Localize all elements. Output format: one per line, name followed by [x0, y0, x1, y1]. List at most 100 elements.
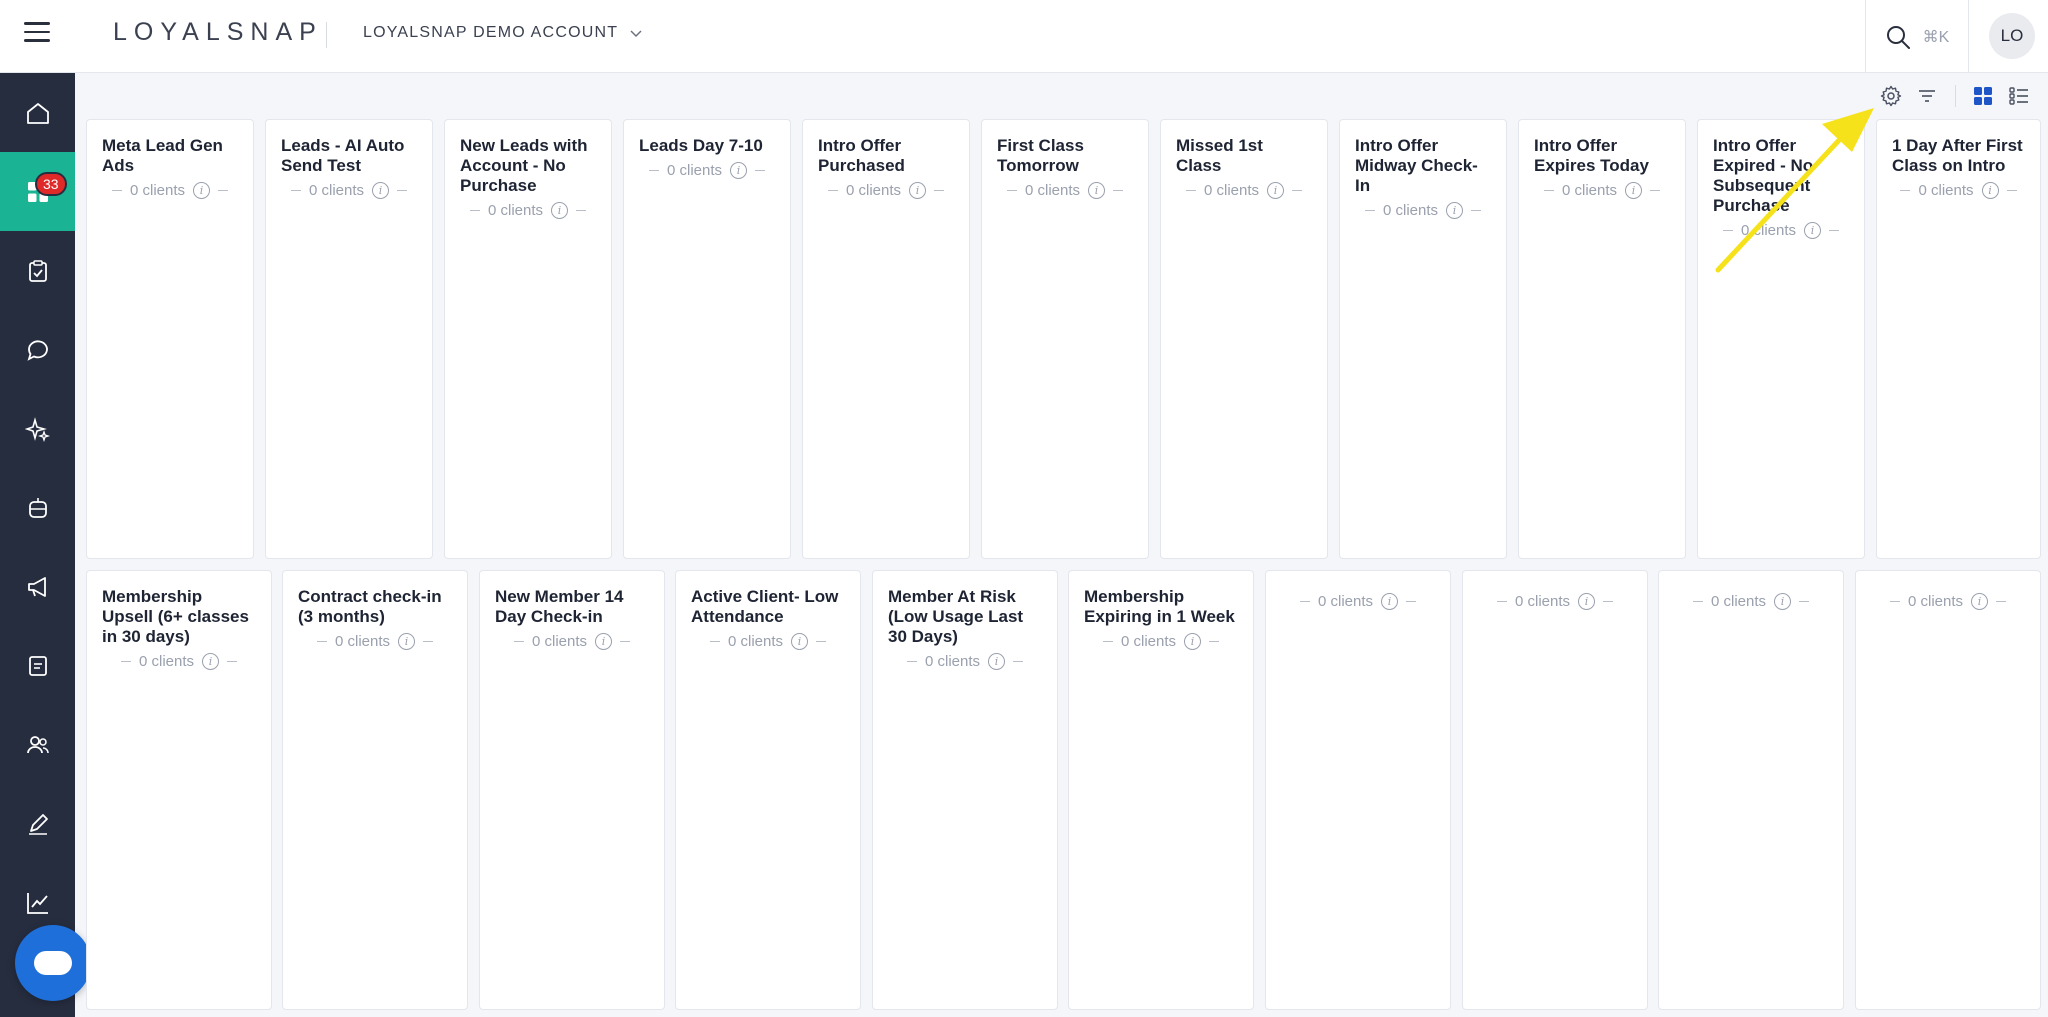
segment-card[interactable]: Intro Offer Expires Today 0 clients i	[1518, 119, 1686, 559]
segment-card[interactable]: Contract check-in (3 months) 0 clients i	[282, 570, 468, 1010]
segment-title: Membership Expiring in 1 Week	[1084, 587, 1235, 626]
segment-client-count: 0 clients i	[298, 633, 452, 650]
info-icon[interactable]: i	[1267, 182, 1285, 199]
segment-client-count: 0 clients i	[281, 182, 417, 199]
search-shortcut: ⌘K	[1922, 28, 1950, 46]
segment-card[interactable]: Member At Risk (Low Usage Last 30 Days) …	[872, 570, 1058, 1010]
segment-title: New Member 14 Day Check-in	[495, 587, 624, 626]
info-icon[interactable]: i	[193, 182, 211, 199]
sidebar-item-clients[interactable]	[0, 705, 75, 784]
segment-client-count: 0 clients i	[1871, 593, 2025, 610]
segment-client-count: 0 clients i	[102, 182, 238, 199]
segment-client-count: 0 clients i	[639, 162, 775, 179]
segment-card[interactable]: Leads Day 7-10 0 clients i	[623, 119, 791, 559]
info-icon[interactable]: i	[1088, 182, 1106, 199]
client-count-text: 0 clients	[924, 653, 981, 670]
list-view-button[interactable]	[2005, 82, 2033, 110]
segment-title: Leads Day 7-10	[639, 136, 763, 155]
support-chat-button[interactable]	[15, 925, 91, 1001]
segment-card[interactable]: First Class Tomorrow 0 clients i	[981, 119, 1149, 559]
info-icon[interactable]: i	[1381, 593, 1399, 610]
grid-view-icon	[1974, 87, 1992, 105]
info-icon[interactable]: i	[372, 182, 390, 199]
info-icon[interactable]: i	[398, 633, 416, 650]
segment-title: Leads - AI Auto Send Test	[281, 136, 405, 175]
client-count-text: 0 clients	[1561, 182, 1618, 199]
client-count-text: 0 clients	[727, 633, 784, 650]
segment-card[interactable]: New Member 14 Day Check-in 0 clients i	[479, 570, 665, 1010]
segment-card[interactable]: Intro Offer Expired - No Subsequent Purc…	[1697, 119, 1865, 559]
segment-card[interactable]: Intro Offer Midway Check-In 0 clients i	[1339, 119, 1507, 559]
logo: LOYALSNAP	[113, 18, 323, 46]
client-count-text: 0 clients	[1907, 593, 1964, 610]
segment-client-count: 0 clients i	[818, 182, 954, 199]
segment-client-count: 0 clients i	[1674, 593, 1828, 610]
avatar[interactable]: LO	[1989, 13, 2035, 59]
info-icon[interactable]: i	[551, 202, 569, 219]
segment-card[interactable]: Meta Lead Gen Ads 0 clients i	[86, 119, 254, 559]
segment-title: Intro Offer Expired - No Subsequent Purc…	[1713, 136, 1814, 215]
segment-client-count: 0 clients i	[1713, 222, 1849, 239]
sidebar-item-ai[interactable]	[0, 389, 75, 468]
account-switcher[interactable]: LOYALSNAP DEMO ACCOUNT	[363, 24, 644, 42]
client-count-text: 0 clients	[1382, 202, 1439, 219]
segment-card[interactable]: New Leads with Account - No Purchase 0 c…	[444, 119, 612, 559]
info-icon[interactable]: i	[1578, 593, 1596, 610]
segment-client-count: 0 clients i	[1478, 593, 1632, 610]
client-count-text: 0 clients	[308, 182, 365, 199]
segment-client-count: 0 clients i	[460, 202, 596, 219]
info-icon[interactable]: i	[1446, 202, 1464, 219]
settings-button[interactable]	[1877, 82, 1905, 110]
info-icon[interactable]: i	[909, 182, 927, 199]
client-count-text: 0 clients	[1120, 633, 1177, 650]
segment-card[interactable]: Leads - AI Auto Send Test 0 clients i	[265, 119, 433, 559]
segment-card[interactable]: 0 clients i	[1658, 570, 1844, 1010]
sidebar-item-campaigns[interactable]	[0, 547, 75, 626]
megaphone-icon	[27, 576, 46, 597]
segment-card[interactable]: Intro Offer Purchased 0 clients i	[802, 119, 970, 559]
segment-card[interactable]: Missed 1st Class 0 clients i	[1160, 119, 1328, 559]
info-icon[interactable]: i	[730, 162, 748, 179]
hamburger-menu-icon[interactable]	[24, 22, 50, 44]
segment-client-count: 0 clients i	[1281, 593, 1435, 610]
info-icon[interactable]: i	[791, 633, 809, 650]
info-icon[interactable]: i	[1184, 633, 1202, 650]
info-icon[interactable]: i	[1971, 593, 1989, 610]
search-button[interactable]: ⌘K	[1865, 0, 1969, 73]
info-icon[interactable]: i	[1774, 593, 1792, 610]
segment-card[interactable]: 1 Day After First Class on Intro 0 clien…	[1876, 119, 2041, 559]
segment-card[interactable]: Membership Expiring in 1 Week 0 clients i	[1068, 570, 1254, 1010]
info-icon[interactable]: i	[202, 653, 220, 670]
sidebar-item-home[interactable]	[0, 73, 75, 152]
segment-card[interactable]: 0 clients i	[1265, 570, 1451, 1010]
info-icon[interactable]: i	[988, 653, 1006, 670]
client-count-text: 0 clients	[1317, 593, 1374, 610]
pen-icon	[28, 813, 48, 835]
segment-client-count: 0 clients i	[1534, 182, 1670, 199]
info-icon[interactable]: i	[595, 633, 613, 650]
sidebar-item-signatures[interactable]	[0, 784, 75, 863]
segment-client-count: 0 clients i	[1176, 182, 1312, 199]
client-count-text: 0 clients	[666, 162, 723, 179]
grid-view-button[interactable]	[1969, 82, 1997, 110]
filter-button[interactable]	[1913, 82, 1941, 110]
sidebar-item-chat[interactable]	[0, 310, 75, 389]
client-count-text: 0 clients	[531, 633, 588, 650]
sidebar-item-automations[interactable]	[0, 468, 75, 547]
segment-card[interactable]: Active Client- Low Attendance 0 clients i	[675, 570, 861, 1010]
segment-card[interactable]: Membership Upsell (6+ classes in 30 days…	[86, 570, 272, 1010]
segment-card[interactable]: 0 clients i	[1462, 570, 1648, 1010]
sidebar-item-tasks[interactable]	[0, 231, 75, 310]
segment-card[interactable]: 0 clients i	[1855, 570, 2041, 1010]
client-count-text: 0 clients	[138, 653, 195, 670]
info-icon[interactable]: i	[1804, 222, 1822, 239]
client-count-text: 0 clients	[1918, 182, 1974, 199]
sidebar-item-forms[interactable]	[0, 626, 75, 705]
info-icon[interactable]: i	[1625, 182, 1643, 199]
info-icon[interactable]: i	[1981, 182, 1999, 199]
segment-client-count: 0 clients i	[1892, 182, 2025, 199]
client-count-text: 0 clients	[1024, 182, 1081, 199]
segment-title: Intro Offer Midway Check-In	[1355, 136, 1478, 195]
segment-client-count: 0 clients i	[997, 182, 1133, 199]
top-bar: LOYALSNAP LOYALSNAP DEMO ACCOUNT ⌘K LO	[0, 0, 2048, 73]
